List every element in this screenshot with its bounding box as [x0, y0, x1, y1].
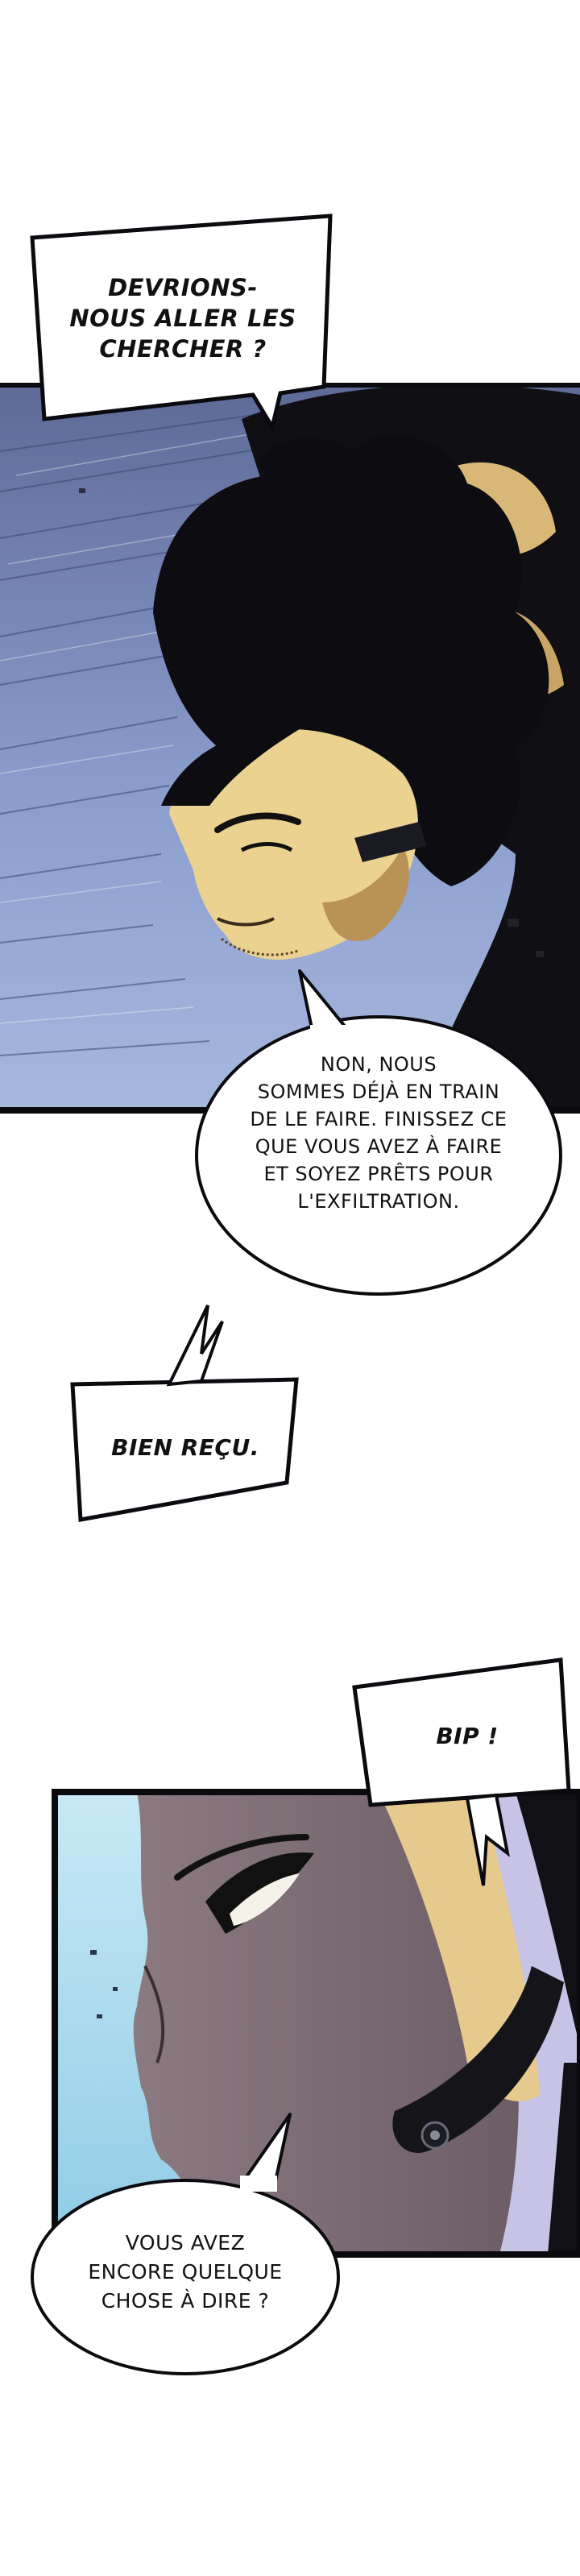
- speech-text-bien-recu: BIEN REÇU.: [89, 1434, 282, 1462]
- panel-1-art: [0, 384, 580, 1110]
- speech-line: SOMMES DÉJÀ EN TRAIN: [257, 1081, 500, 1103]
- speech-line: QUE VOUS AVEZ À FAIRE: [255, 1135, 503, 1158]
- comic-artwork: [0, 214, 580, 2375]
- speech-bubble-bien-recu-shape: [70, 1305, 299, 1522]
- speech-line: CHOSE À DIRE ?: [101, 2289, 270, 2313]
- speech-line: ENCORE QUELQUE: [88, 2260, 283, 2284]
- speech-line: BIP !: [436, 1723, 499, 1749]
- speech-text-bip: BIP !: [379, 1723, 556, 1750]
- speech-line: VOUS AVEZ: [125, 2231, 246, 2255]
- speech-text-vous-avez: VOUS AVEZ ENCORE QUELQUE CHOSE À DIRE ?: [48, 2229, 322, 2316]
- speech-line: DE LE FAIRE. FINISSEZ CE: [250, 1108, 508, 1130]
- speech-line: NON, NOUS: [320, 1053, 437, 1076]
- speech-text-non-nous: NON, NOUS SOMMES DÉJÀ EN TRAIN DE LE FAI…: [218, 1051, 540, 1215]
- speech-line: BIEN REÇU.: [111, 1434, 259, 1461]
- speech-line: NOUS ALLER LES: [69, 305, 296, 332]
- speech-line: CHERCHER ?: [99, 335, 267, 363]
- speech-line: DEVRIONS-: [108, 274, 258, 301]
- speech-line: ET SOYEZ PRÊTS POUR: [263, 1163, 494, 1185]
- speech-text-devrions: DEVRIONS- NOUS ALLER LES CHERCHER ?: [50, 272, 316, 364]
- speech-line: L'EXFILTRATION.: [297, 1190, 460, 1213]
